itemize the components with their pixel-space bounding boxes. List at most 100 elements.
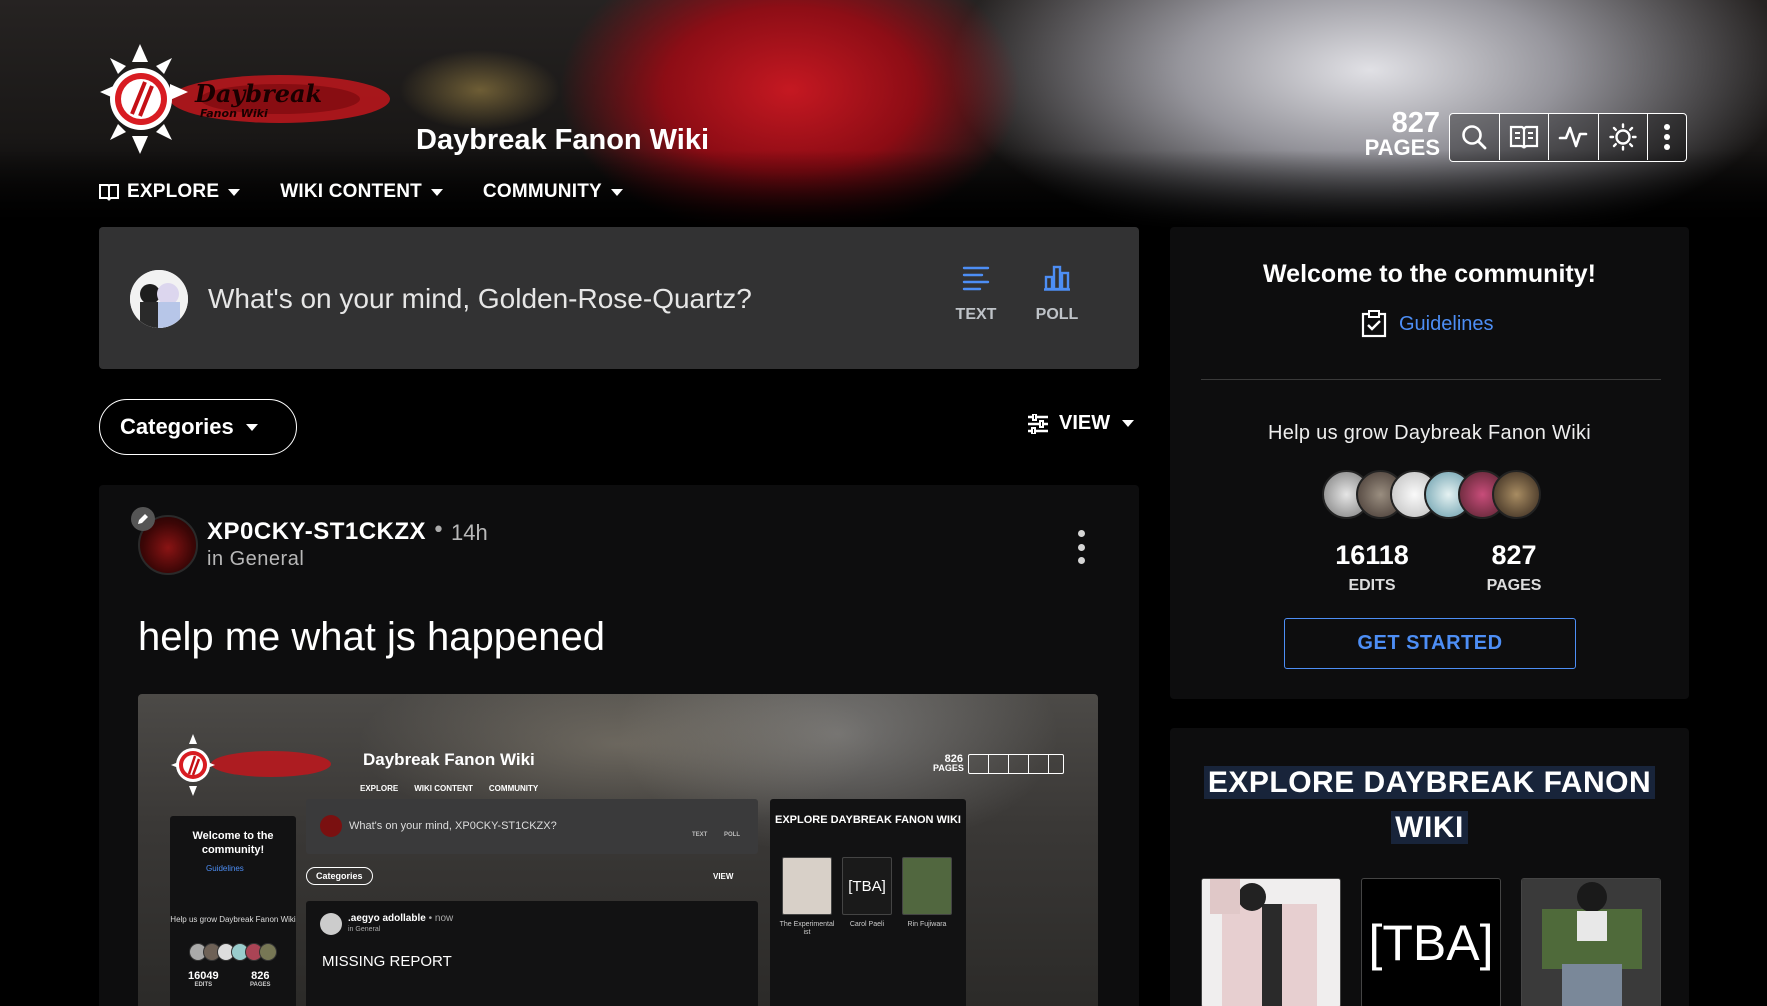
guidelines-label: Guidelines [1399,312,1494,335]
screenshot-explore-title: EXPLORE DAYBREAK FANON WIKI [774,814,961,826]
explore-card-tba[interactable]: [TBA] [1361,878,1501,1006]
screenshot-nav: EXPLORE WIKI CONTENT COMMUNITY [360,784,554,793]
main-nav: EXPLORE WIKI CONTENT COMMUNITY [99,181,663,203]
screenshot-post-time: now [434,913,454,924]
post-category[interactable]: in General [207,548,304,571]
screenshot-welcome: Welcome to the community! [192,830,274,856]
theme-icon [1609,123,1637,151]
screenshot-post-title: MISSING REPORT [322,953,452,970]
logo-text: Daybreak [194,79,322,108]
nav-wiki-content-label: WIKI CONTENT [280,181,422,202]
chevron-down-icon [430,188,443,196]
header-toolbar [1449,113,1687,162]
chevron-down-icon [245,423,258,431]
guidelines-link[interactable]: Guidelines [1361,310,1494,338]
screenshot-edits-label: EDITS [194,982,213,988]
screenshot-logo [171,734,331,796]
search-button[interactable] [1450,114,1500,160]
explore-card[interactable] [1201,878,1341,1006]
chevron-down-icon [228,188,241,196]
categories-dropdown[interactable]: Categories [99,399,297,455]
screenshot-site-title: Daybreak Fanon Wiki [363,750,535,769]
pages-label: PAGES [1486,577,1542,594]
categories-label: Categories [120,414,234,439]
map-book-icon [1509,125,1538,149]
character-image [1202,879,1340,1006]
user-avatar-image [130,270,188,328]
post-title[interactable]: help me what js happened [138,615,605,660]
screenshot-guidelines: Guidelines [206,864,244,873]
poll-post-button[interactable]: POLL [1026,265,1088,324]
poll-post-label: POLL [1035,306,1079,323]
nav-community-label: COMMUNITY [482,181,602,202]
screenshot-page-count-label: PAGES [933,763,964,774]
user-avatar[interactable] [130,270,188,328]
page-count: 827 PAGES [1356,107,1440,160]
screenshot-avatar [320,815,342,837]
edits-label: EDITS [1348,577,1396,594]
divider [1201,379,1661,380]
more-options-button[interactable] [1648,114,1686,160]
contributor-avatars [1322,470,1541,519]
explore-title: EXPLORE DAYBREAK FANON WIKI [1170,760,1689,850]
get-started-button[interactable]: GET STARTED [1284,618,1576,669]
recent-activity-button[interactable] [1549,114,1599,160]
map-book-icon [99,184,119,201]
explore-card[interactable] [1521,878,1661,1006]
logo-subtext: Fanon Wiki [200,107,268,120]
screenshot-card: [TBA] [842,857,892,915]
screenshot-toolbar [968,754,1064,774]
nav-wiki-content[interactable]: WIKI CONTENT [280,181,443,203]
view-dropdown[interactable]: VIEW [1027,412,1135,435]
screenshot-nav-item: EXPLORE [360,784,399,793]
explore-panel: EXPLORE DAYBREAK FANON WIKI [TBA] [1170,728,1689,1006]
pencil-icon [131,507,155,531]
screenshot-post-header: .aegyo adollable • now [348,913,454,924]
screenshot-contributor-avatars [189,943,277,961]
page-count-label: PAGES [1364,134,1440,160]
screenshot-composer: What's on your mind, XP0CKY-ST1CKZX? TEX… [306,799,758,854]
chevron-down-icon [1122,420,1135,427]
screenshot-categories: Categories [306,867,373,885]
screenshot-text-label: TEXT [692,832,708,838]
nav-explore[interactable]: EXPLORE [99,181,241,203]
nav-explore-label: EXPLORE [127,181,220,202]
community-welcome: Welcome to the community! [1263,260,1596,288]
screenshot-pages: 826 [251,970,270,982]
screenshot-card-caption: Carol Paeli [849,921,885,928]
screenshot-post-avatar [320,913,342,935]
site-title[interactable]: Daybreak Fanon Wiki [416,124,709,157]
site-logo[interactable]: Daybreak Fanon Wiki [100,44,390,156]
post-time: 14h [451,520,488,545]
post-more-icon[interactable] [1076,530,1086,564]
map-button[interactable] [1500,114,1549,160]
screenshot-help: Help us grow Daybreak Fanon Wiki [170,915,296,924]
post-composer[interactable]: What's on your mind, Golden-Rose-Quartz?… [99,227,1139,369]
composer-prompt[interactable]: What's on your mind, Golden-Rose-Quartz? [208,283,752,315]
screenshot-nav-item: COMMUNITY [488,784,539,793]
contributor-avatar[interactable] [1492,470,1541,519]
theme-toggle-button[interactable] [1599,114,1648,160]
screenshot-post-author: .aegyo adollable [348,913,426,924]
activity-icon [1558,126,1588,148]
post-author[interactable]: XP0CKY-ST1CKZX [207,518,426,546]
screenshot-card-caption: The Experimental ist [779,921,835,937]
help-grow-text: Help us grow Daybreak Fanon Wiki [1267,422,1592,444]
text-post-button[interactable]: TEXT [945,265,1007,324]
screenshot-view: VIEW [713,872,734,881]
community-panel: Welcome to the community! Guidelines Hel… [1170,227,1689,699]
screenshot-card [902,857,952,915]
pages-count: 827 [1491,540,1537,570]
screenshot-card-caption: Rin Fujiwara [907,921,947,928]
chevron-down-icon [610,188,623,196]
post-image[interactable]: Daybreak Fanon Wiki EXPLORE WIKI CONTENT… [138,694,1098,1006]
nav-community[interactable]: COMMUNITY [483,181,623,203]
post-card: XP0CKY-ST1CKZX • 14h in General help me … [99,485,1139,1006]
search-icon [1462,125,1487,150]
text-post-label: TEXT [955,306,997,323]
screenshot-post: .aegyo adollable • now in General MISSIN… [306,901,758,1006]
page-count-number: 827 [1391,107,1440,139]
screenshot-explore-panel: EXPLORE DAYBREAK FANON WIKI [TBA] The Ex… [770,799,966,1006]
screenshot-poll-label: POLL [724,832,740,838]
filter-sliders-icon [1028,413,1048,434]
